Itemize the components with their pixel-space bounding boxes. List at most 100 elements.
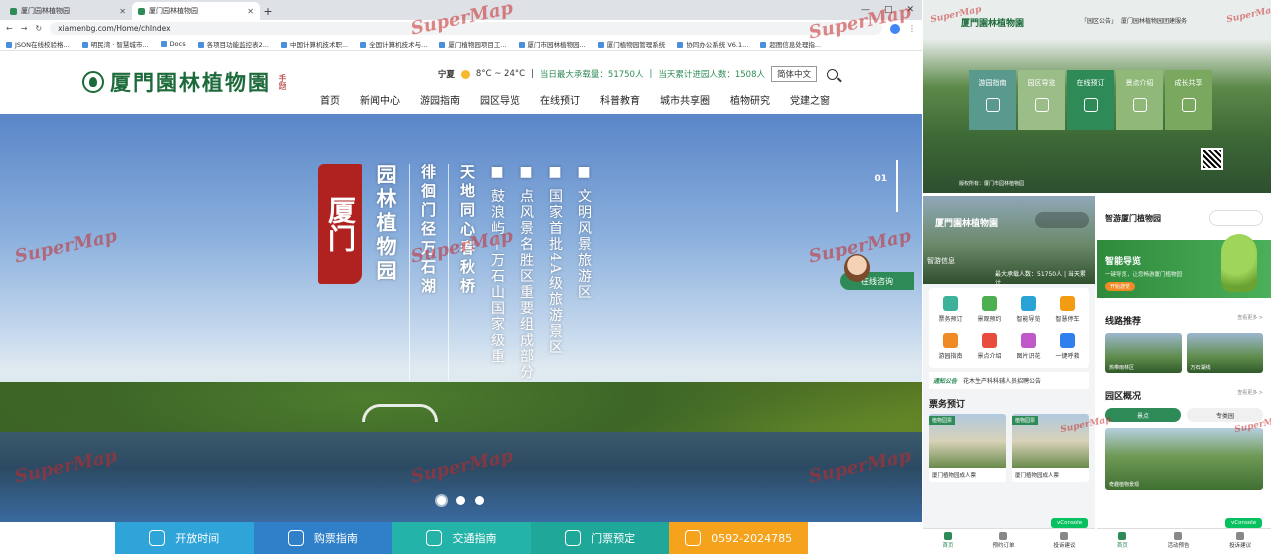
close-tab-icon[interactable]: ✕ [247, 7, 254, 16]
tab-scenic-spots[interactable]: 景点 [1105, 408, 1181, 422]
nav-item-tour[interactable]: 园区导览 [480, 92, 520, 107]
hero-lake-background [0, 432, 922, 522]
service-item[interactable]: 景观预约 [970, 296, 1009, 323]
vconsole-button[interactable]: vConsole [1051, 518, 1089, 528]
notice-bar[interactable]: 通知公告 花木生产科科辅人员招聘公告 [929, 372, 1089, 389]
quick-link-tickets[interactable]: 购票指南 [253, 522, 393, 554]
search-icon[interactable] [827, 68, 838, 80]
tab-home[interactable]: 首页 [942, 532, 953, 549]
bookmark-item[interactable]: 中国计算机技术职... [281, 39, 348, 49]
nav-item-news[interactable]: 新闻中心 [360, 92, 400, 107]
ticket-card[interactable]: 植物园票 厦门植物园成人票 [929, 414, 1006, 482]
view-more-link[interactable]: 查看更多 > [1237, 389, 1263, 402]
monitor-icon [565, 530, 582, 546]
bookmark-item[interactable]: 明民湾 · 智慧城市... [82, 39, 149, 49]
service-item[interactable]: 图片识花 [1009, 333, 1048, 360]
feature-card-label: 园区导览 [1027, 79, 1056, 87]
route-card[interactable]: 万石湖线 [1186, 333, 1263, 373]
feature-card[interactable]: 在线预订 [1067, 70, 1114, 130]
tab-events[interactable]: 活动预告 [1167, 532, 1189, 549]
url-field[interactable]: xiamenbg.com/Home/chIndex [50, 22, 882, 35]
site-logo-text: 厦門園林植物園 [110, 70, 271, 95]
browser-tab-1[interactable]: 厦门园林植物园 ✕ [4, 2, 132, 20]
maximize-button[interactable]: □ [884, 5, 893, 15]
service-item[interactable]: 票务预订 [931, 296, 970, 323]
route-card[interactable]: 热带雨林区 [1105, 333, 1182, 373]
nav-item-home[interactable]: 首页 [320, 92, 340, 107]
bookmark-item[interactable]: JSON在线校验格... [6, 39, 70, 49]
ticket-tag: 植物园票 [1012, 416, 1039, 425]
panel-top-link[interactable]: 厦门园林植物园团建服务 [1121, 16, 1187, 25]
quick-link-booking[interactable]: 门票预定 [530, 522, 670, 554]
minimize-button[interactable]: — [861, 5, 870, 15]
bookmark-item[interactable]: 厦门植物园管理系统 [598, 39, 666, 49]
bookmark-item[interactable]: 超图信息处理指... [760, 39, 821, 49]
service-label: 景点介绍 [977, 353, 1002, 360]
feature-card-label: 景点介绍 [1125, 79, 1154, 87]
nav-item-city-share[interactable]: 城市共享圈 [660, 92, 710, 107]
service-label: 智慧停车 [1055, 316, 1080, 323]
panel-top-link[interactable]: 「园区公告」 [1081, 16, 1117, 25]
carousel-dot[interactable] [456, 496, 465, 505]
new-tab-button[interactable]: + [260, 2, 276, 20]
bookmark-item[interactable]: 协同办公系统 V6.1... [677, 39, 748, 49]
menu-kebab-icon[interactable]: ⋮ [908, 24, 916, 33]
reload-icon[interactable]: ↻ [35, 24, 42, 33]
bookmark-item[interactable]: 厦门市园林植物园... [519, 39, 586, 49]
service-item[interactable]: 智能导览 [1009, 296, 1048, 323]
feature-card[interactable]: 园区导览 [1018, 70, 1065, 130]
quick-link-hours[interactable]: 开放时间 [115, 522, 254, 554]
service-grid: 票务预订 景观预约 智能导览 智慧停车 游园指南 景点介绍 图片识花 一键呼救 [929, 288, 1089, 368]
overview-image[interactable]: 奇趣植物景观 [1105, 428, 1263, 490]
close-tab-icon[interactable]: ✕ [119, 7, 126, 16]
quick-link-transport[interactable]: 交通指南 [392, 522, 531, 554]
service-item[interactable]: 智慧停车 [1048, 296, 1087, 323]
nav-item-party[interactable]: 党建之窗 [790, 92, 830, 107]
nav-item-guide[interactable]: 游园指南 [420, 92, 460, 107]
start-tour-button[interactable]: 开始游览 [1105, 282, 1136, 291]
tab-feedback[interactable]: 投诉建议 [1053, 532, 1075, 549]
miniprogram-capsule[interactable] [1209, 210, 1263, 226]
service-label: 一键呼救 [1055, 353, 1080, 360]
hero-line: ■ 鼓浪屿—万石山国家级重 [489, 164, 505, 365]
view-more-link[interactable]: 查看更多 > [1237, 314, 1263, 327]
tab-home[interactable]: 首页 [1117, 532, 1128, 549]
tab-feedback[interactable]: 投诉建议 [1229, 532, 1251, 549]
address-bar-row: ← → ↻ xiamenbg.com/Home/chIndex ⋮ [0, 20, 922, 37]
carousel-dot[interactable] [475, 496, 484, 505]
divider: | [531, 69, 534, 79]
vconsole-button[interactable]: vConsole [1225, 518, 1263, 528]
smart-guide-banner[interactable]: 智能导览 一键导览，让您畅游厦门植物园 开始游览 [1097, 234, 1271, 298]
ticket-card[interactable]: 植物园票 厦门植物园成人票 [1012, 414, 1089, 482]
language-switch-button[interactable]: 简体中文 [770, 66, 817, 82]
bookmark-item[interactable]: 全国计算机技术与... [360, 39, 427, 49]
feature-card[interactable]: 游园指南 [969, 70, 1016, 130]
carousel-dot[interactable] [437, 496, 446, 505]
forward-icon[interactable]: → [21, 24, 28, 33]
miniprogram-capsule[interactable] [1035, 212, 1089, 228]
tab-orders[interactable]: 预约订单 [992, 532, 1014, 549]
service-item[interactable]: 一键呼救 [1048, 333, 1087, 360]
hero-seal: 厦门 [318, 164, 362, 284]
profile-avatar-icon[interactable] [890, 23, 900, 34]
feature-card[interactable]: 成长共享 [1165, 70, 1212, 130]
bookmark-item[interactable]: 各项目功能监控表2... [198, 39, 269, 49]
service-item[interactable]: 游园指南 [931, 333, 970, 360]
back-icon[interactable]: ← [6, 24, 13, 33]
hero-line: 徘徊门径万石湖 [409, 164, 439, 381]
site-logo[interactable]: 厦門園林植物園 手题 [82, 67, 299, 97]
tab-special-gardens[interactable]: 专类园 [1187, 408, 1263, 422]
browser-tab-2[interactable]: 厦门园林植物园 ✕ [132, 2, 260, 20]
bookmark-item[interactable]: Docs [161, 40, 186, 48]
main-nav: 首页 新闻中心 游园指南 园区导览 在线预订 科普教育 城市共享圈 植物研究 党… [320, 92, 830, 107]
service-item[interactable]: 景点介绍 [970, 333, 1009, 360]
nav-item-education[interactable]: 科普教育 [600, 92, 640, 107]
nav-item-research[interactable]: 植物研究 [730, 92, 770, 107]
hero-title-group: 厦门 园林植物园 徘徊门径万石湖 天地同心春秋桥 ■ 鼓浪屿—万石山国家级重 ■… [318, 164, 922, 381]
feature-card[interactable]: 景点介绍 [1116, 70, 1163, 130]
bookmark-item[interactable]: 厦门植物园项目工... [439, 39, 506, 49]
quick-link-phone[interactable]: 0592-2024785 [669, 522, 808, 554]
car-icon [1060, 296, 1075, 311]
nav-item-booking[interactable]: 在线预订 [540, 92, 580, 107]
close-window-button[interactable]: ✕ [906, 5, 914, 15]
